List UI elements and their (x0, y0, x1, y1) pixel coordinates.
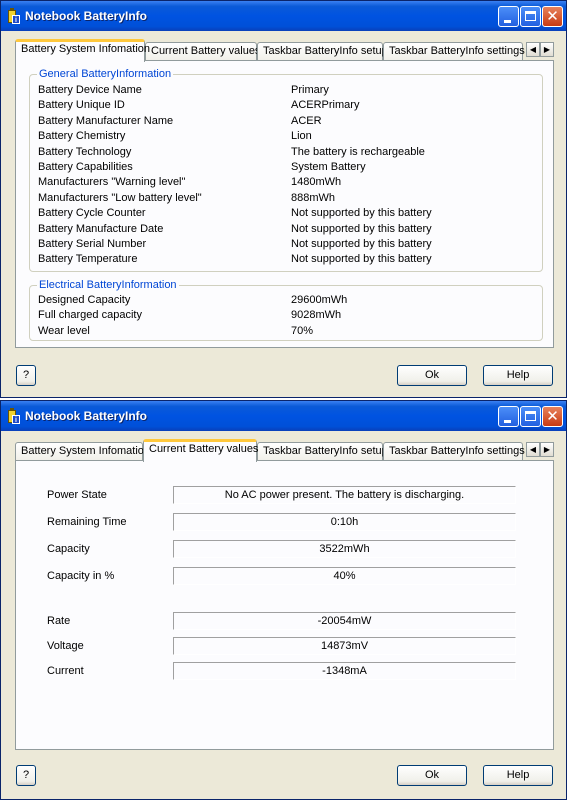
info-label: Battery Chemistry (38, 130, 126, 143)
close-icon: ✕ (546, 8, 559, 25)
tab-panel-system-information: General BatteryInformation Battery Devic… (15, 60, 554, 348)
info-value: ACER (291, 114, 322, 127)
close-button[interactable]: ✕ (542, 6, 563, 27)
battery-info-icon[interactable]: i (6, 408, 20, 424)
info-label: Manufacturers "Warning level" (38, 176, 186, 189)
value-field: 14873mV (173, 637, 516, 655)
chevron-left-icon: ◀ (529, 445, 537, 454)
info-value: Not supported by this battery (291, 222, 432, 235)
minimize-icon (504, 420, 511, 423)
tab-strip: Battery System Infomation Current Batter… (15, 439, 555, 462)
value-field: No AC power present. The battery is disc… (173, 486, 516, 504)
minimize-icon (504, 20, 511, 23)
info-label: Battery Serial Number (38, 238, 147, 250)
tab-scroll-right-button[interactable]: ▶ (540, 442, 554, 457)
tab-strip: Battery System Infomation Current Batter… (15, 39, 555, 62)
info-label: Battery Capabilities (38, 161, 133, 173)
info-label: Manufacturers "Low battery level" (38, 191, 202, 204)
info-value: Not supported by this battery (291, 238, 432, 250)
value-label: Remaining Time (47, 516, 127, 528)
value-label: Current (47, 665, 84, 677)
tab-taskbar-setup[interactable]: Taskbar BatteryInfo setup (257, 442, 388, 461)
value-field: 40% (173, 567, 516, 585)
general-battery-information-group: General BatteryInformation Battery Devic… (29, 68, 543, 272)
info-label: Battery Technology (38, 145, 132, 158)
maximize-icon (525, 11, 536, 21)
window-title: Notebook BatteryInfo (25, 409, 148, 423)
info-label: Battery Device Name (38, 84, 142, 96)
ok-button[interactable]: Ok (397, 765, 467, 786)
close-icon: ✕ (546, 408, 559, 425)
info-value: Not supported by this battery (291, 253, 432, 266)
info-label: Battery Unique ID (38, 99, 125, 112)
info-label: Designed Capacity (38, 294, 131, 306)
context-help-button[interactable]: ? (16, 365, 36, 386)
info-value: System Battery (291, 161, 366, 173)
battery-info-icon[interactable]: i (6, 8, 20, 24)
info-label: Battery Temperature (38, 253, 138, 266)
info-value: ACERPrimary (291, 99, 360, 112)
ok-button[interactable]: Ok (397, 365, 467, 386)
tab-taskbar-setup[interactable]: Taskbar BatteryInfo setup (257, 42, 388, 61)
chevron-right-icon: ▶ (543, 445, 551, 454)
maximize-button[interactable] (520, 406, 541, 427)
tab-scroll-left-button[interactable]: ◀ (526, 42, 540, 57)
info-value: The battery is rechargeable (291, 145, 425, 158)
info-label: Battery Manufacture Date (38, 222, 164, 235)
group-title: General BatteryInformation (37, 68, 174, 80)
info-value: 1480mWh (291, 176, 342, 189)
battery-info-window-system: i Notebook BatteryInfo ✕ Battery System … (0, 0, 567, 398)
tab-scroll-right-button[interactable]: ▶ (540, 42, 554, 57)
close-button[interactable]: ✕ (542, 406, 563, 427)
info-value: Primary (291, 84, 329, 96)
info-label: Battery Manufacturer Name (38, 114, 174, 127)
help-button[interactable]: Help (483, 765, 553, 786)
value-field: -1348mA (173, 662, 516, 680)
context-help-button[interactable]: ? (16, 765, 36, 786)
window-title: Notebook BatteryInfo (25, 9, 148, 23)
tab-scroll-left-button[interactable]: ◀ (526, 442, 540, 457)
tab-taskbar-settings[interactable]: Taskbar BatteryInfo settings (383, 442, 525, 461)
battery-info-window-current-values: i Notebook BatteryInfo ✕ Battery System … (0, 400, 567, 800)
tab-current-battery-values[interactable]: Current Battery values (143, 439, 258, 462)
electrical-battery-information-group: Electrical BatteryInformation Designed C… (29, 279, 543, 341)
value-label: Capacity (47, 543, 90, 555)
info-label: Battery Cycle Counter (38, 207, 146, 220)
value-field: -20054mW (173, 612, 516, 630)
value-field: 0:10h (173, 513, 516, 531)
value-label: Rate (47, 615, 71, 627)
maximize-button[interactable] (520, 6, 541, 27)
info-value: 888mWh (291, 191, 336, 204)
minimize-button[interactable] (498, 406, 519, 427)
tab-current-battery-values[interactable]: Current Battery values (145, 42, 260, 61)
value-label: Voltage (47, 640, 84, 652)
help-button[interactable]: Help (483, 365, 553, 386)
tab-panel-current-values: Power State No AC power present. The batt… (15, 460, 554, 750)
title-bar[interactable]: i Notebook BatteryInfo ✕ (1, 401, 566, 431)
tab-battery-system-information[interactable]: Battery System Infomation (15, 442, 150, 461)
info-value: Not supported by this battery (291, 207, 432, 220)
info-value: 29600mWh (291, 294, 348, 306)
info-value: 70% (291, 324, 314, 337)
tab-battery-system-information[interactable]: Battery System Infomation (15, 39, 150, 62)
maximize-icon (525, 411, 536, 421)
value-label: Power State (47, 489, 107, 501)
minimize-button[interactable] (498, 6, 519, 27)
chevron-right-icon: ▶ (543, 45, 551, 54)
value-label: Capacity in % (47, 570, 115, 582)
info-label: Full charged capacity (38, 309, 142, 322)
group-title: Electrical BatteryInformation (37, 279, 179, 291)
info-value: 9028mWh (291, 309, 342, 322)
chevron-left-icon: ◀ (529, 45, 537, 54)
value-field: 3522mWh (173, 540, 516, 558)
title-bar[interactable]: i Notebook BatteryInfo ✕ (1, 1, 566, 31)
info-value: Lion (291, 130, 312, 143)
tab-taskbar-settings[interactable]: Taskbar BatteryInfo settings (383, 42, 525, 61)
info-label: Wear level (38, 324, 90, 337)
